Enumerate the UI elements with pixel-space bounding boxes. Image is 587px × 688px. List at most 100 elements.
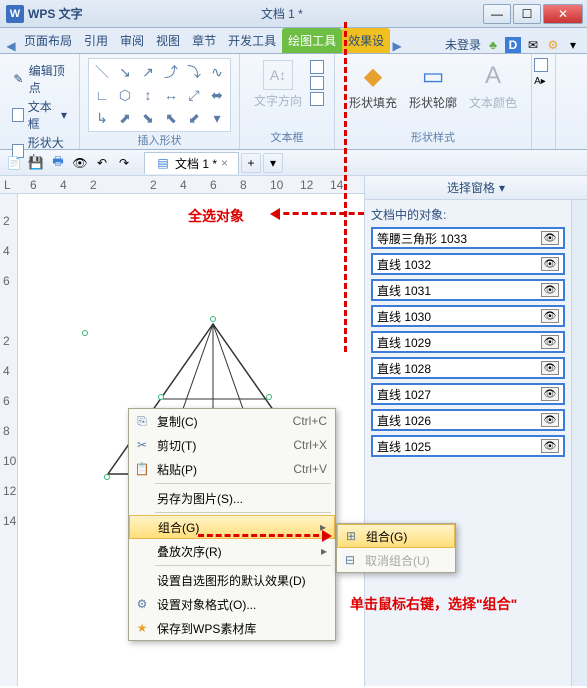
menu-copy[interactable]: ⎘复制(C)Ctrl+C	[129, 409, 335, 433]
app-name: WPS 文字	[28, 5, 83, 22]
doctab-close-icon[interactable]: ×	[221, 156, 228, 170]
tablist-button[interactable]: ▾	[263, 153, 283, 173]
tab-drawtools[interactable]: 绘图工具	[282, 28, 342, 53]
list-item[interactable]: 直线 1028👁	[371, 357, 565, 379]
list-item[interactable]: 直线 1031👁	[371, 279, 565, 301]
eye-icon[interactable]: 👁	[541, 413, 559, 427]
addtab-button[interactable]: +	[241, 153, 261, 173]
scrollbar-vertical[interactable]	[571, 200, 587, 686]
fill-button[interactable]: ◆形状填充	[343, 58, 403, 113]
submenu-group-item[interactable]: ⊞组合(G)	[337, 524, 455, 548]
textbox-opt3[interactable]	[310, 92, 324, 106]
list-item[interactable]: 直线 1027👁	[371, 383, 565, 405]
menu-defaults[interactable]: 设置自选图形的默认效果(D)	[129, 568, 335, 592]
eye-icon[interactable]: 👁	[541, 335, 559, 349]
pane-label: 文档中的对象:	[371, 206, 565, 223]
menu-format[interactable]: ⚙设置对象格式(O)...	[129, 592, 335, 616]
menu-paste[interactable]: 📋粘贴(P)Ctrl+V	[129, 457, 335, 481]
list-item[interactable]: 直线 1032👁	[371, 253, 565, 275]
textbox-button[interactable]: 文本框▾	[12, 98, 67, 132]
textdir-button[interactable]: A↕文字方向	[248, 58, 308, 111]
submenu-ungroup-item: ⊟取消组合(U)	[337, 548, 455, 572]
textdir-icon: A↕	[263, 60, 293, 90]
context-menu: ⎘复制(C)Ctrl+C ✂剪切(T)Ctrl+X 📋粘贴(P)Ctrl+V 另…	[128, 408, 336, 641]
tab-prev-icon[interactable]: ◀	[4, 39, 18, 53]
help-icon[interactable]: D	[505, 37, 521, 53]
tab-chapter[interactable]: 章节	[186, 28, 222, 53]
group-label-textbox: 文本框	[248, 129, 326, 145]
tab-review[interactable]: 审阅	[114, 28, 150, 53]
textbox-opt2[interactable]	[310, 76, 324, 90]
quick-toolbar: 📄 💾 🖶 👁 ↶ ↷ ▤ 文档 1 * × + ▾	[0, 150, 587, 176]
save-button[interactable]: 💾	[26, 153, 46, 173]
list-item[interactable]: 直线 1025👁	[371, 435, 565, 457]
tab-reference[interactable]: 引用	[78, 28, 114, 53]
savewps-icon: ★	[133, 621, 151, 635]
minimize-button[interactable]: —	[483, 4, 511, 24]
fill-icon: ◆	[357, 60, 389, 92]
ribbon-tabs: ◀ 页面布局 引用 审阅 视图 章节 开发工具 绘图工具 效果设 ▶ 未登录 ♣…	[0, 28, 587, 54]
eye-icon[interactable]: 👁	[541, 387, 559, 401]
copy-icon: ⎘	[133, 414, 151, 429]
outline-icon: ▭	[417, 60, 449, 92]
eye-icon[interactable]: 👁	[541, 309, 559, 323]
group-label-shapestyle: 形状样式	[343, 129, 523, 145]
pane-header: 选择窗格▾	[365, 176, 587, 200]
misc-btn2[interactable]: A▸	[534, 76, 553, 87]
tab-view[interactable]: 视图	[150, 28, 186, 53]
document-tab[interactable]: ▤ 文档 1 * ×	[144, 152, 239, 174]
format-icon: ⚙	[133, 597, 151, 611]
tab-pagelayout[interactable]: 页面布局	[18, 28, 78, 53]
list-item[interactable]: 等腰三角形 1033👁	[371, 227, 565, 249]
maximize-button[interactable]: ☐	[513, 4, 541, 24]
textbox-icon	[12, 108, 24, 122]
group-label-insert: 插入形状	[88, 132, 231, 148]
mail-icon[interactable]: ✉	[525, 37, 541, 53]
annotation-selectall: 全选对象	[188, 206, 244, 226]
tab-developer[interactable]: 开发工具	[222, 28, 282, 53]
misc-btn1[interactable]	[534, 58, 548, 72]
tab-next-icon[interactable]: ▶	[390, 39, 404, 53]
ruler-vertical: 2 4 6 2 4 6 8 10 12 14	[0, 194, 18, 686]
redo-button[interactable]: ↷	[114, 153, 134, 173]
title-bar: W WPS 文字 文档 1 * — ☐ ✕	[0, 0, 587, 28]
annotation-arrow-1	[274, 212, 364, 215]
print-button[interactable]: 🖶	[48, 153, 68, 173]
list-item[interactable]: 直线 1030👁	[371, 305, 565, 327]
edit-vertex-button[interactable]: ✎编辑顶点	[12, 62, 67, 96]
eye-icon[interactable]: 👁	[541, 257, 559, 271]
shape-gallery[interactable]: ＼↘↗⤴⤵∿ ∟⬡↕↔⤢⬌ ↳⬈⬊⬉⬋▾	[88, 58, 231, 132]
new-button[interactable]: 📄	[4, 153, 24, 173]
textcolor-button[interactable]: A文本颜色	[463, 58, 523, 113]
login-link[interactable]: 未登录	[445, 36, 481, 53]
wifi-icon[interactable]: ⚙	[545, 37, 561, 53]
menu-order[interactable]: 叠放次序(R)▸	[129, 539, 335, 563]
tab-effects[interactable]: 效果设	[342, 28, 390, 53]
submenu-group: ⊞组合(G) ⊟取消组合(U)	[336, 523, 456, 573]
pane-dropdown-icon[interactable]: ▾	[499, 181, 505, 195]
textbox-opt1[interactable]	[310, 60, 324, 74]
menu-cut[interactable]: ✂剪切(T)Ctrl+X	[129, 433, 335, 457]
menu-saveas[interactable]: 另存为图片(S)...	[129, 486, 335, 510]
object-list: 等腰三角形 1033👁 直线 1032👁 直线 1031👁 直线 1030👁 直…	[371, 227, 565, 457]
doc-title: 文档 1 *	[83, 5, 481, 22]
undo-button[interactable]: ↶	[92, 153, 112, 173]
eye-icon[interactable]: 👁	[541, 439, 559, 453]
eye-icon[interactable]: 👁	[541, 361, 559, 375]
app-logo-icon: W	[6, 5, 24, 23]
list-item[interactable]: 直线 1029👁	[371, 331, 565, 353]
skin-icon[interactable]: ♣	[485, 37, 501, 53]
annotation-arrow-vertical	[344, 22, 347, 352]
annotation-rightclick: 单击鼠标右键，选择"组合"	[350, 594, 517, 614]
outline-button[interactable]: ▭形状轮廓	[403, 58, 463, 113]
doctab-label: 文档 1 *	[175, 155, 217, 172]
menu-savewps[interactable]: ★保存到WPS素材库	[129, 616, 335, 640]
eye-icon[interactable]: 👁	[541, 283, 559, 297]
menu-icon[interactable]: ▾	[565, 37, 581, 53]
close-button[interactable]: ✕	[543, 4, 583, 24]
submenu-arrow-icon: ▸	[321, 544, 327, 558]
list-item[interactable]: 直线 1026👁	[371, 409, 565, 431]
eye-icon[interactable]: 👁	[541, 231, 559, 245]
vertex-icon: ✎	[12, 71, 25, 87]
preview-button[interactable]: 👁	[70, 153, 90, 173]
